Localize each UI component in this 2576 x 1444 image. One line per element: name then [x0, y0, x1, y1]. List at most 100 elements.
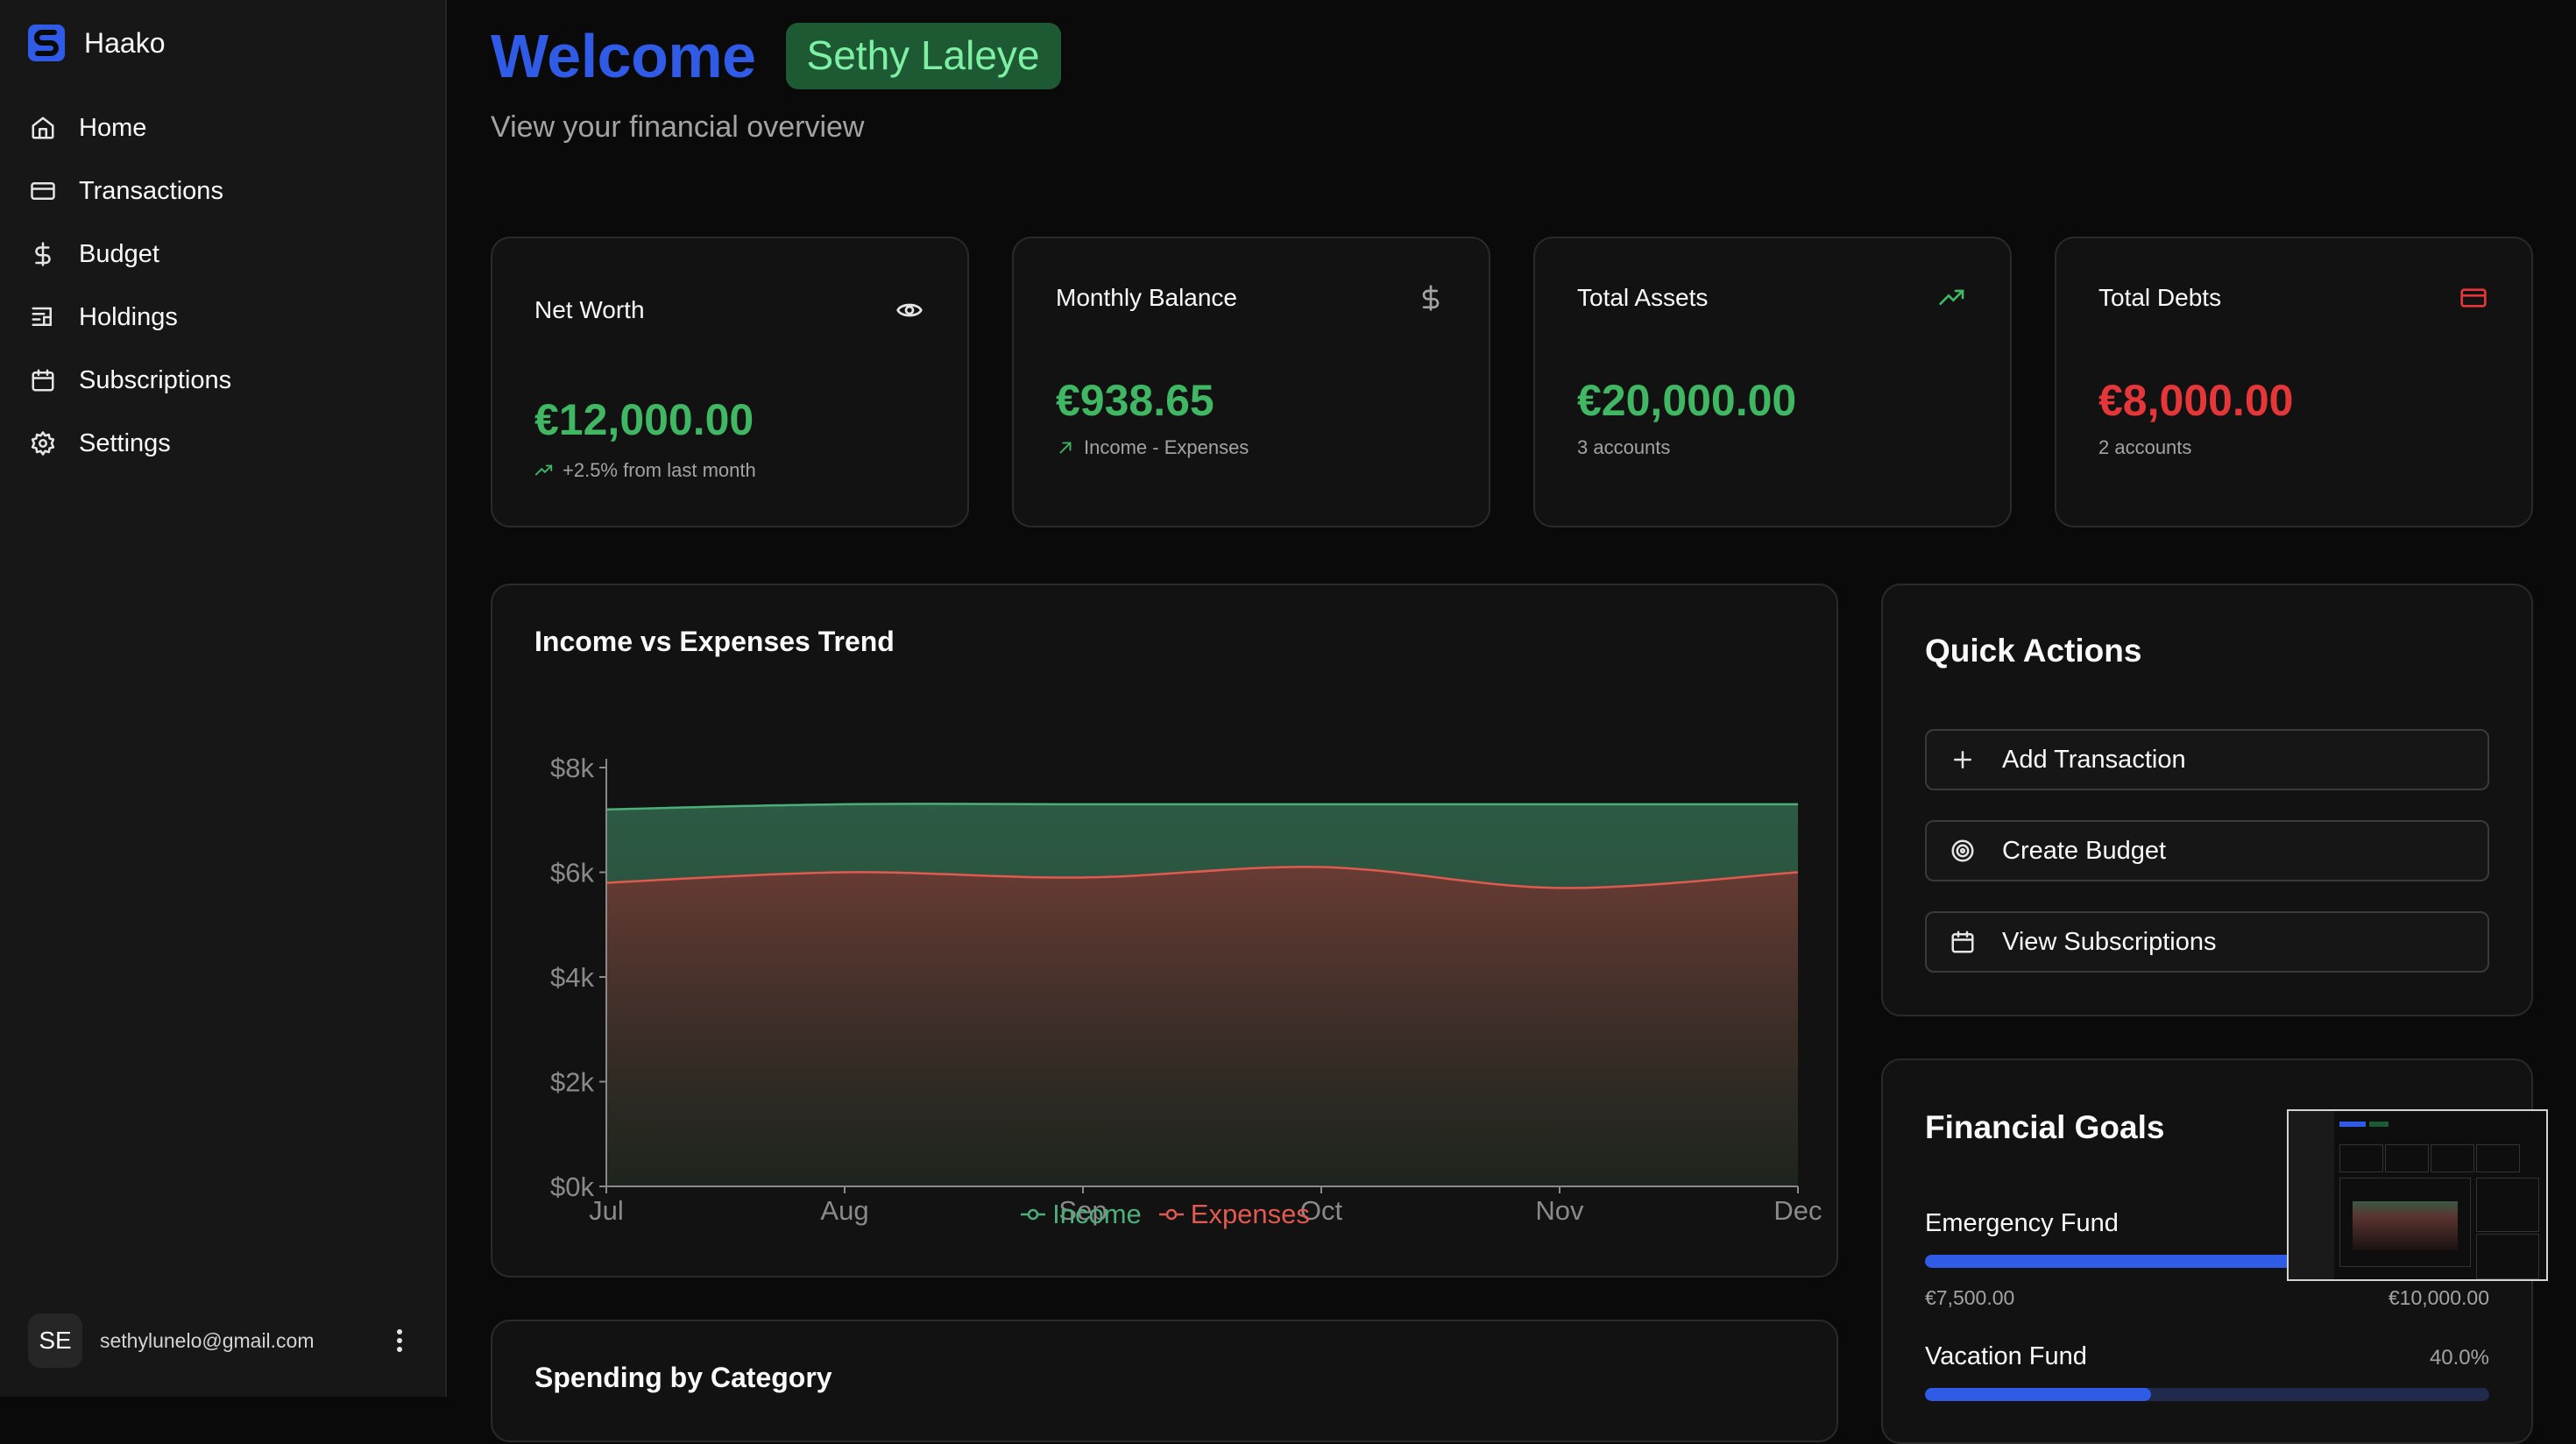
sidebar-item-label: Transactions: [79, 176, 223, 205]
total-assets-card: Total Assets €20,000.00 3 accounts: [1533, 237, 2012, 527]
stat-value: €12,000.00: [534, 395, 754, 444]
goal-progress-fill: [1925, 1388, 2151, 1401]
page-title: Welcome: [491, 22, 756, 90]
legend-item-income[interactable]: Income: [1021, 1199, 1142, 1230]
sidebar-item-home[interactable]: Home: [28, 96, 422, 159]
gear-icon: [28, 428, 58, 458]
goal-current-amount: €7,500.00: [1925, 1286, 2015, 1309]
legend-item-expenses[interactable]: Expenses: [1158, 1199, 1310, 1230]
calendar-icon: [28, 365, 58, 395]
stat-title: Total Assets: [1577, 284, 1709, 311]
financial-goals-title: Financial Goals: [1925, 1109, 2165, 1145]
goal-name: Vacation Fund: [1925, 1342, 2087, 1370]
sidebar: Haako Home Transactions Budget Holdings: [0, 0, 447, 1397]
y-tick-label: $0k: [550, 1171, 594, 1202]
more-vertical-icon[interactable]: [382, 1321, 417, 1360]
stat-subtext: Income - Expenses: [1056, 436, 1249, 459]
income-expenses-chart: $0k$2k$4k$6k$8kJul Aug Sep Oct Nov Dec: [550, 753, 1822, 1226]
sidebar-item-subscriptions[interactable]: Subscriptions: [28, 349, 422, 412]
stat-value: €938.65: [1056, 376, 1214, 425]
goal-progress-bar: [1925, 1388, 2489, 1401]
logo-icon: [28, 25, 65, 61]
thumbnail-card: [2385, 1144, 2429, 1172]
y-tick-label: $6k: [550, 858, 594, 888]
quick-actions-card: Quick Actions Add Transaction Create Bud…: [1881, 584, 2533, 1016]
sidebar-item-label: Budget: [79, 239, 159, 268]
sidebar-nav: Home Transactions Budget Holdings Subscr…: [28, 96, 422, 475]
y-tick-label: $2k: [550, 1067, 594, 1098]
legend-label: Expenses: [1190, 1199, 1310, 1229]
user-name-badge: Sethy Laleye: [785, 23, 1061, 89]
welcome-header: Welcome Sethy Laleye: [491, 21, 1061, 91]
view-subscriptions-button[interactable]: View Subscriptions: [1925, 911, 2489, 973]
stat-value: €20,000.00: [1577, 376, 1797, 425]
dollar-icon: [28, 239, 58, 269]
thumbnail-sidebar: [2289, 1111, 2334, 1279]
button-label: Add Transaction: [2002, 745, 2186, 774]
stat-value: €8,000.00: [2098, 376, 2294, 425]
goal-name: Emergency Fund: [1925, 1209, 2119, 1237]
spending-by-category-card: Spending by Category: [491, 1320, 1838, 1442]
legend-income-marker: [1021, 1208, 1046, 1221]
stat-subtext: 2 accounts: [2098, 436, 2192, 458]
home-icon: [28, 113, 58, 143]
total-debts-card: Total Debts €8,000.00 2 accounts: [2055, 237, 2533, 527]
sidebar-item-budget[interactable]: Budget: [28, 223, 422, 286]
target-icon: [1948, 836, 1978, 866]
goal-percent: 40.0%: [2429, 1346, 2489, 1370]
goal-progress-fill: [1925, 1255, 2348, 1268]
series-area-expenses: [606, 867, 1798, 1186]
thumbnail-card: [2431, 1144, 2474, 1172]
sidebar-item-label: Settings: [79, 428, 171, 457]
button-label: Create Budget: [2002, 836, 2167, 865]
stat-title: Monthly Balance: [1056, 284, 1238, 311]
user-profile[interactable]: SE sethylunelo@gmail.com: [28, 1313, 422, 1369]
credit-card-icon: [2458, 282, 2489, 314]
sidebar-item-label: Subscriptions: [79, 365, 232, 394]
arrow-up-right-icon: [1059, 442, 1072, 454]
stat-title: Net Worth: [534, 296, 645, 323]
credit-card-icon: [28, 176, 58, 206]
user-email: sethylunelo@gmail.com: [100, 1328, 315, 1352]
thumbnail-title: [2339, 1122, 2366, 1127]
stat-title: Total Debts: [2098, 284, 2222, 311]
thumbnail-chart: [2339, 1178, 2471, 1267]
monthly-balance-card: Monthly Balance €938.65 Income - Expense…: [1012, 237, 1490, 527]
brand[interactable]: Haako: [28, 25, 166, 61]
stat-subtext-label: +2.5% from last month: [563, 459, 756, 481]
calendar-icon: [1948, 927, 1978, 957]
create-budget-button[interactable]: Create Budget: [1925, 820, 2489, 881]
eye-icon[interactable]: [894, 294, 925, 326]
sidebar-item-transactions[interactable]: Transactions: [28, 159, 422, 223]
goal-target-amount: €10,000.00: [2388, 1286, 2489, 1309]
thumbnail-badge: [2369, 1122, 2388, 1127]
quick-actions-title: Quick Actions: [1925, 633, 2142, 669]
holdings-icon: [28, 302, 58, 332]
plus-icon: [1948, 745, 1978, 775]
app-name: Haako: [84, 26, 166, 59]
income-expenses-chart-card: Income vs Expenses Trend $0k $2k $4k $6k $8k…: [491, 584, 1838, 1278]
y-tick-label: $4k: [550, 962, 594, 993]
stat-subtext-label: Income - Expenses: [1084, 436, 1249, 458]
thumbnail-card: [2476, 1144, 2520, 1172]
sidebar-item-holdings[interactable]: Holdings: [28, 286, 422, 349]
trending-up-icon: [534, 464, 553, 476]
dollar-icon: [1415, 282, 1447, 314]
net-worth-card: Net Worth €12,000.00 +2.5% from last mon…: [491, 237, 969, 527]
screenshot-thumbnail[interactable]: [2287, 1109, 2548, 1281]
y-tick-label: $8k: [550, 753, 594, 783]
chart-legend: Income Expenses: [492, 1199, 1838, 1230]
sidebar-item-label: Holdings: [79, 302, 178, 331]
button-label: View Subscriptions: [2002, 927, 2217, 956]
add-transaction-button[interactable]: Add Transaction: [1925, 729, 2489, 790]
sidebar-item-settings[interactable]: Settings: [28, 412, 422, 475]
legend-label: Income: [1052, 1199, 1142, 1229]
stat-subtext: +2.5% from last month: [534, 459, 756, 482]
legend-expenses-marker: [1158, 1208, 1184, 1221]
page-subtitle: View your financial overview: [491, 110, 865, 144]
thumbnail-panel: [2476, 1234, 2539, 1279]
thumbnail-panel: [2476, 1178, 2539, 1232]
stat-subtext: 3 accounts: [1577, 436, 1671, 458]
spending-title: Spending by Category: [534, 1362, 832, 1393]
sidebar-item-label: Home: [79, 113, 147, 142]
